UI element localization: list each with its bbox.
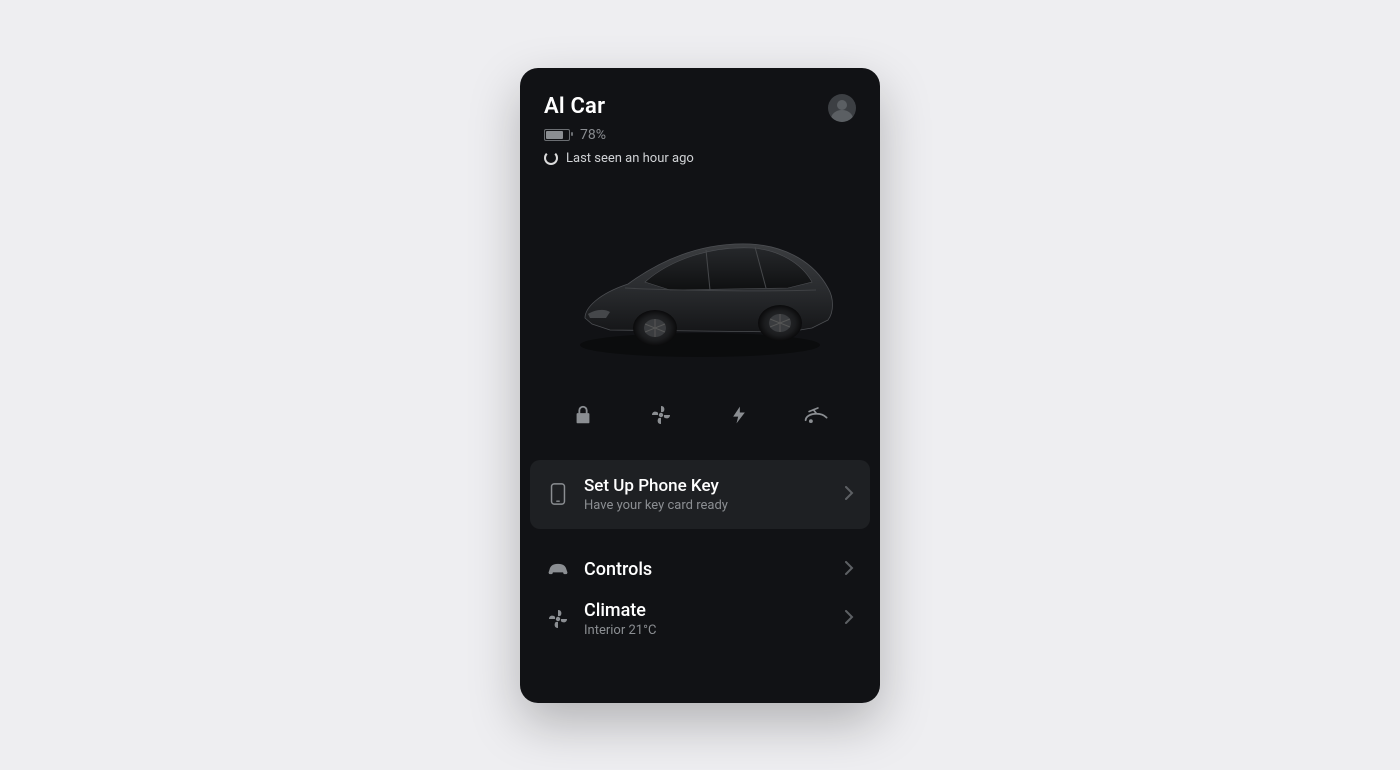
lock-icon xyxy=(572,404,594,426)
vehicle-name: Al Car xyxy=(544,94,694,119)
battery-percentage: 78% xyxy=(580,127,606,143)
loading-spinner-icon xyxy=(544,151,558,165)
controls-text: Controls xyxy=(584,559,830,580)
fan-icon xyxy=(649,403,673,427)
profile-avatar[interactable] xyxy=(828,94,856,122)
climate-subtitle: Interior 21°C xyxy=(584,623,830,638)
battery-status: 78% xyxy=(544,127,694,143)
phone-key-subtitle: Have your key card ready xyxy=(584,498,830,513)
header: Al Car 78% Last seen an hour ago xyxy=(544,94,856,166)
car-illustration-icon xyxy=(550,190,850,370)
fan-icon xyxy=(546,607,570,631)
climate-text: Climate Interior 21°C xyxy=(584,600,830,638)
lock-button[interactable] xyxy=(560,394,606,436)
phone-key-title: Set Up Phone Key xyxy=(584,476,830,496)
setup-phone-key-card[interactable]: Set Up Phone Key Have your key card read… xyxy=(530,460,870,529)
vehicle-image xyxy=(544,180,856,380)
sync-status: Last seen an hour ago xyxy=(544,151,694,166)
frunk-button[interactable] xyxy=(794,394,840,436)
vehicle-app-screen: Al Car 78% Last seen an hour ago xyxy=(520,68,880,703)
phone-key-text: Set Up Phone Key Have your key card read… xyxy=(584,476,830,513)
last-seen-text: Last seen an hour ago xyxy=(566,151,694,166)
quick-actions-bar xyxy=(544,394,856,436)
frunk-open-icon xyxy=(803,404,831,426)
vehicle-info: Al Car 78% Last seen an hour ago xyxy=(544,94,694,166)
bolt-icon xyxy=(729,404,749,426)
controls-title: Controls xyxy=(584,559,830,580)
chevron-right-icon xyxy=(844,609,854,628)
car-front-icon xyxy=(546,560,570,578)
menu-item-controls[interactable]: Controls xyxy=(544,543,856,592)
fan-button[interactable] xyxy=(638,394,684,436)
battery-icon xyxy=(544,129,570,141)
climate-title: Climate xyxy=(584,600,830,621)
chevron-right-icon xyxy=(844,485,854,504)
chevron-right-icon xyxy=(844,560,854,579)
charge-button[interactable] xyxy=(716,394,762,436)
menu-item-climate[interactable]: Climate Interior 21°C xyxy=(544,592,856,650)
phone-icon xyxy=(549,482,567,506)
